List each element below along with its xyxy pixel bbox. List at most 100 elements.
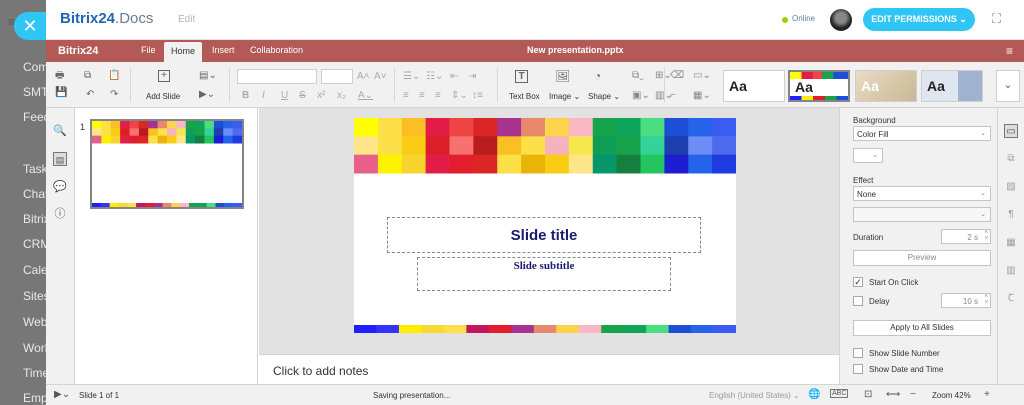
slide-color-block — [568, 136, 594, 156]
bold-icon[interactable]: B — [242, 90, 249, 102]
zoom-in-icon[interactable]: + — [984, 389, 990, 400]
text-box-button[interactable]: Text Box — [509, 92, 540, 101]
subscript-icon[interactable]: x₂ — [337, 90, 346, 102]
start-on-click-checkbox[interactable]: ✓ — [853, 277, 863, 287]
more-themes-chevron-icon[interactable]: ⌄ — [996, 70, 1020, 102]
text-art-settings-icon[interactable]: Ꞇ — [1004, 292, 1018, 306]
change-slide-size-icon[interactable]: ▭⌄ — [693, 70, 711, 82]
preview-button[interactable]: Preview — [853, 250, 991, 266]
slide-color-block — [223, 135, 234, 144]
font-family-select[interactable] — [237, 69, 317, 84]
apply-to-all-slides-button[interactable]: Apply to All Slides — [853, 320, 991, 336]
print-icon[interactable]: 🖶 — [55, 70, 64, 82]
chart-settings-icon[interactable]: ▥ — [1004, 264, 1018, 278]
add-slide-button[interactable]: Add Slide — [146, 92, 180, 101]
hamburger-menu-icon[interactable]: ≡ — [1006, 44, 1013, 58]
fill-color-picker[interactable]: ⌄ — [853, 148, 883, 163]
slide-settings-icon[interactable]: ▭ — [1004, 124, 1018, 138]
copy-icon[interactable]: ⧉ — [84, 70, 91, 82]
language-select[interactable]: English (United States) ⌄ — [709, 391, 800, 400]
align-center-icon[interactable]: ≡ — [419, 90, 425, 102]
slides-panel-icon[interactable]: ▤ — [53, 152, 67, 166]
bullets-icon[interactable]: ☰⌄ — [403, 71, 420, 83]
theme-parchment[interactable]: Aa — [855, 70, 917, 102]
effect-type-select[interactable]: ⌄ — [853, 207, 991, 222]
slide-color-block — [157, 121, 168, 129]
save-icon[interactable]: 💾 — [55, 87, 67, 99]
image-settings-icon[interactable]: ▨ — [1004, 180, 1018, 194]
slide-title-placeholder[interactable]: Slide title — [387, 217, 701, 253]
duration-stepper[interactable]: 2 s ˄ ˅ — [941, 229, 991, 244]
tab-collaboration[interactable]: Collaboration — [250, 45, 303, 55]
align-left-icon[interactable]: ≡ — [403, 90, 409, 102]
spellcheck-icon[interactable]: ABC — [830, 389, 849, 398]
italic-icon[interactable]: I — [262, 90, 265, 102]
line-spacing-icon[interactable]: ↕≡ — [472, 90, 483, 102]
search-icon[interactable]: 🔍 — [53, 124, 67, 138]
theme-colorful[interactable]: Aa — [788, 70, 850, 102]
fit-to-slide-icon[interactable]: ⊡ — [864, 389, 872, 400]
table-settings-icon[interactable]: ▦ — [1004, 236, 1018, 250]
comments-icon[interactable]: 💬 — [53, 180, 67, 194]
decrease-indent-icon[interactable]: ⇤ — [450, 71, 458, 83]
edit-permissions-button[interactable]: EDIT PERMISSIONS ⌄ — [863, 8, 975, 31]
text-box-icon[interactable]: T — [515, 70, 528, 83]
fit-to-width-icon[interactable]: ⟷ — [886, 389, 900, 400]
font-size-select[interactable] — [321, 69, 353, 84]
fullscreen-icon[interactable]: ⛶ — [992, 12, 1005, 25]
tab-insert[interactable]: Insert — [212, 45, 235, 55]
image-icon[interactable]: 🖼 — [555, 70, 570, 82]
theme-colorful-stripe — [790, 72, 848, 79]
group-icon[interactable]: ▣⌄ — [632, 90, 650, 102]
superscript-icon[interactable]: x² — [317, 90, 325, 102]
slide-color-block — [148, 121, 159, 129]
shape-button[interactable]: Shape ⌄ — [588, 92, 620, 101]
color-scheme-icon[interactable]: ▦⌄ — [693, 90, 711, 102]
slideshow-play-icon[interactable]: ▶⌄ — [54, 389, 70, 400]
redo-icon[interactable]: ↷ — [110, 89, 118, 101]
arrange-icon[interactable]: ⧉⌄ — [632, 70, 644, 82]
copy-style-icon[interactable]: ⌐ — [670, 90, 676, 102]
align-vertical-icon[interactable]: ⇕⌄ — [451, 90, 468, 102]
theme-blue[interactable]: Aa — [921, 70, 983, 102]
decrease-font-icon[interactable]: A˅ — [374, 71, 387, 83]
language-globe-icon[interactable]: 🌐 — [808, 389, 820, 400]
slide-thumbnail[interactable] — [90, 119, 244, 209]
delay-stepper[interactable]: 10 s ˄ ˅ — [941, 293, 991, 308]
clear-style-icon[interactable]: ⌫ — [670, 70, 684, 82]
slide-canvas[interactable]: Slide title Slide subtitle — [354, 118, 736, 333]
undo-icon[interactable]: ↶ — [86, 89, 94, 101]
brand-main: Bitrix24 — [60, 10, 116, 27]
numbering-icon[interactable]: ☷⌄ — [426, 71, 443, 83]
increase-indent-icon[interactable]: ⇥ — [468, 71, 476, 83]
tab-home[interactable]: Home — [164, 42, 203, 62]
delay-checkbox[interactable] — [853, 296, 863, 306]
about-info-icon[interactable]: ⓘ — [53, 207, 67, 221]
bg-sidebar-item: Web — [23, 315, 48, 329]
theme-blank[interactable]: Aa — [723, 70, 785, 102]
tab-file[interactable]: File — [141, 45, 156, 55]
slide-play-icon[interactable]: ▶⌄ — [199, 89, 215, 101]
image-button[interactable]: Image ⌄ — [549, 92, 580, 101]
effect-select[interactable]: None ⌄ — [853, 186, 991, 201]
avatar[interactable] — [830, 9, 852, 31]
shape-icon[interactable]: ◔ — [594, 70, 601, 82]
background-select[interactable]: Color Fill ⌄ — [853, 126, 991, 141]
notes-area[interactable]: Click to add notes — [259, 354, 839, 384]
slide-color-block — [712, 136, 736, 156]
show-slide-number-checkbox[interactable] — [853, 348, 863, 358]
close-icon[interactable]: ✕ — [14, 12, 46, 40]
paragraph-settings-icon[interactable]: ¶ — [1004, 208, 1018, 222]
add-slide-icon[interactable]: + — [158, 70, 170, 82]
slide-subtitle-placeholder[interactable]: Slide subtitle — [417, 257, 671, 291]
font-color-icon[interactable]: A⌄ — [358, 90, 373, 102]
zoom-out-icon[interactable]: − — [910, 389, 916, 400]
increase-font-icon[interactable]: A˄ — [357, 71, 370, 83]
strikethrough-icon[interactable]: S — [299, 90, 306, 102]
slide-layout-icon[interactable]: ▤⌄ — [199, 70, 217, 82]
show-date-time-checkbox[interactable] — [853, 364, 863, 374]
underline-icon[interactable]: U — [281, 90, 288, 102]
shape-settings-icon[interactable]: ⧉ — [1004, 152, 1018, 166]
align-right-icon[interactable]: ≡ — [435, 90, 441, 102]
paste-icon[interactable]: 📋 — [108, 70, 120, 82]
